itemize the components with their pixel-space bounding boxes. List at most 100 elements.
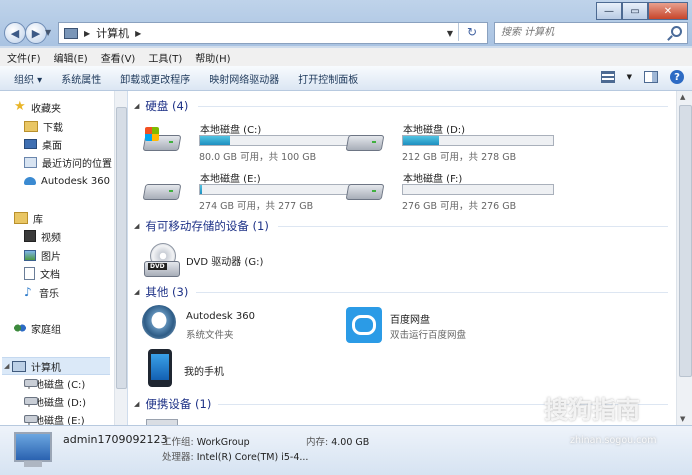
portable-device-item[interactable]: [142, 417, 302, 425]
drive-free-space: 274 GB 可用，共 277 GB: [199, 201, 314, 212]
content-scrollbar[interactable]: ▲ ▼: [676, 91, 692, 425]
nav-item-label: 音乐: [39, 288, 59, 300]
my-phone-item[interactable]: 我的手机: [128, 349, 288, 389]
drive-usage-fill: [403, 136, 439, 145]
nav-item-videos[interactable]: 视频: [24, 228, 61, 244]
menu-edit[interactable]: 编辑(E): [47, 50, 94, 65]
menu-file[interactable]: 文件(F): [0, 50, 47, 65]
drive-f[interactable]: 本地磁盘 (F:) 276 GB 可用，共 276 GB: [345, 170, 554, 214]
refresh-button[interactable]: ↻: [458, 23, 485, 41]
scroll-down-icon[interactable]: ▼: [680, 415, 685, 423]
search-icon[interactable]: [671, 26, 682, 37]
nav-item-label: 文档: [40, 269, 60, 281]
drive-name: 本地磁盘 (D:): [403, 125, 466, 136]
dvd-name: DVD 驱动器 (G:): [186, 257, 264, 268]
drive-usage-bar: [199, 135, 351, 146]
processor-value: Intel(R) Core(TM) i5-4...: [196, 452, 309, 463]
group-hard-disks[interactable]: ◢ 硬盘 (4): [128, 97, 668, 115]
close-button[interactable]: ✕: [648, 2, 688, 20]
system-properties-button[interactable]: 系统属性: [51, 71, 110, 86]
hard-drive-icon: [24, 397, 38, 405]
nav-item-label: 最近访问的位置: [42, 158, 112, 170]
breadcrumb-computer[interactable]: 计算机: [96, 25, 129, 41]
autodesk-360-icon: [142, 305, 176, 339]
library-icon: [14, 212, 28, 224]
scroll-up-icon[interactable]: ▲: [680, 93, 685, 101]
back-button[interactable]: ◀: [4, 22, 26, 44]
navigation-scrollbar[interactable]: [114, 91, 127, 425]
computer-name: admin1709092123: [63, 433, 168, 446]
collapse-triangle-icon[interactable]: ◢: [134, 400, 139, 408]
breadcrumb-chevron-icon[interactable]: ▶: [84, 29, 90, 38]
forward-button[interactable]: ▶: [25, 22, 47, 44]
watermark-url: zhinan.sogou.com: [570, 435, 657, 446]
drive-name: 本地磁盘 (C:): [200, 125, 262, 136]
uninstall-program-button[interactable]: 卸载或更改程序: [110, 71, 199, 86]
nav-item-music[interactable]: ♪ 音乐: [24, 284, 59, 300]
collapse-triangle-icon[interactable]: ◢: [134, 102, 139, 110]
nav-item-downloads[interactable]: 下载: [24, 118, 63, 134]
nav-item-recent[interactable]: 最近访问的位置: [24, 154, 112, 170]
drive-free-space: 212 GB 可用，共 278 GB: [402, 152, 517, 163]
help-icon[interactable]: ?: [670, 70, 684, 84]
watermark-text: 搜狗指南: [544, 396, 640, 424]
nav-item-autodesk[interactable]: Autodesk 360: [24, 173, 110, 189]
window-controls: — ▭ ✕: [596, 2, 688, 20]
menu-view[interactable]: 查看(V): [94, 50, 142, 65]
collapse-arrow-icon[interactable]: ◢: [4, 362, 12, 370]
nav-favorites[interactable]: ★ 收藏夹: [14, 99, 61, 115]
drive-e[interactable]: 本地磁盘 (E:) 274 GB 可用，共 277 GB: [142, 170, 351, 214]
collapse-triangle-icon[interactable]: ◢: [134, 288, 139, 296]
nav-item-documents[interactable]: 文档: [24, 265, 60, 281]
nav-item-label: 图片: [41, 251, 61, 263]
dvd-drive[interactable]: DVD DVD 驱动器 (G:): [142, 241, 302, 281]
drive-c[interactable]: 本地磁盘 (C:) 80.0 GB 可用，共 100 GB: [142, 121, 351, 165]
nav-libraries[interactable]: 库: [14, 210, 43, 226]
scrollbar-thumb[interactable]: [116, 107, 127, 389]
baidu-netdisk-item[interactable]: 百度网盘 双击运行百度网盘: [346, 307, 526, 347]
nav-homegroup[interactable]: 家庭组: [14, 320, 61, 336]
nav-computer[interactable]: ◢ 计算机: [2, 357, 110, 375]
nav-item-drive-e[interactable]: 本地磁盘 (E:): [24, 411, 85, 425]
collapse-triangle-icon[interactable]: ◢: [134, 222, 139, 230]
minimize-button[interactable]: —: [596, 2, 622, 20]
nav-item-desktop[interactable]: 桌面: [24, 136, 62, 152]
scrollbar-thumb[interactable]: [679, 105, 692, 377]
menu-help[interactable]: 帮助(H): [188, 50, 236, 65]
navigation-pane: ★ 收藏夹 下载 桌面 最近访问的位置 Autodesk 360 库 视频 图片 …: [0, 91, 114, 425]
drive-name: 本地磁盘 (E:): [200, 174, 261, 185]
menu-tools[interactable]: 工具(T): [141, 50, 188, 65]
group-other[interactable]: ◢ 其他 (3): [128, 283, 668, 301]
preview-pane-icon[interactable]: [644, 71, 658, 83]
recent-pages-dropdown[interactable]: ▼: [45, 28, 51, 37]
maximize-button[interactable]: ▭: [622, 2, 648, 20]
organize-button[interactable]: 组织 ▾: [0, 71, 51, 86]
address-bar[interactable]: ▶ 计算机 ▶ ▼ ↻: [58, 22, 488, 44]
drive-d[interactable]: 本地磁盘 (D:) 212 GB 可用，共 278 GB: [345, 121, 554, 165]
picture-icon: [24, 249, 36, 261]
computer-icon: [64, 27, 78, 39]
view-dropdown-icon[interactable]: ▼: [627, 73, 632, 81]
change-view-icon[interactable]: [600, 71, 615, 83]
search-input[interactable]: [495, 23, 667, 41]
baidu-netdisk-icon: [346, 307, 382, 343]
nav-item-label: 桌面: [42, 140, 62, 152]
video-icon: [24, 230, 36, 242]
drive-usage-bar: [199, 184, 351, 195]
breadcrumb-chevron-icon[interactable]: ▶: [135, 29, 141, 38]
group-title: 有可移动存储的设备 (1): [145, 219, 269, 233]
open-control-panel-button[interactable]: 打开控制面板: [288, 71, 367, 86]
memory-label: 内存:: [306, 437, 329, 448]
nav-item-pictures[interactable]: 图片: [24, 247, 61, 263]
nav-item-drive-c[interactable]: 本地磁盘 (C:): [24, 375, 85, 391]
map-network-drive-button[interactable]: 映射网络驱动器: [199, 71, 288, 86]
autodesk-360-item[interactable]: Autodesk 360 系统文件夹: [130, 305, 310, 345]
title-bar: — ▭ ✕ ◀ ▶ ▼ ▶ 计算机 ▶ ▼ ↻: [0, 0, 692, 46]
nav-item-drive-d[interactable]: 本地磁盘 (D:): [24, 393, 86, 409]
drive-usage-fill: [200, 136, 230, 145]
address-dropdown-icon[interactable]: ▼: [447, 29, 453, 38]
group-removable[interactable]: ◢ 有可移动存储的设备 (1): [128, 217, 668, 235]
group-title: 其他 (3): [145, 285, 189, 299]
drive-usage-fill: [200, 185, 202, 194]
hard-drive-icon: [24, 415, 38, 423]
